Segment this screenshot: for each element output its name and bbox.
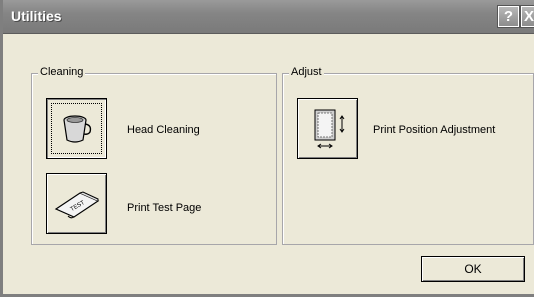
print-position-icon	[314, 109, 344, 148]
window-title: Utilities	[11, 8, 62, 24]
ok-button[interactable]: OK	[421, 256, 525, 282]
utilities-dialog: Utilities ? X Cleaning Head Cleaning TES…	[0, 0, 534, 297]
ok-button-label: OK	[464, 262, 482, 276]
head-cleaning-icon	[62, 114, 91, 143]
test-page-icon: TEST	[54, 190, 99, 218]
help-icon: ?	[503, 8, 514, 25]
print-test-page-label: Print Test Page	[127, 202, 202, 214]
close-button[interactable]: X	[520, 5, 534, 28]
help-button[interactable]: ?	[497, 5, 520, 28]
print-position-adjustment-button[interactable]	[297, 98, 358, 159]
head-cleaning-label: Head Cleaning	[127, 124, 200, 136]
print-position-adjustment-label: Print Position Adjustment	[373, 124, 496, 136]
print-test-page-button[interactable]: TEST	[46, 173, 107, 234]
head-cleaning-button[interactable]	[46, 98, 107, 159]
title-bar[interactable]: Utilities ? X	[3, 0, 534, 34]
close-icon: X	[523, 8, 534, 25]
cleaning-group-label: Cleaning	[38, 66, 86, 78]
adjust-group-label: Adjust	[289, 66, 324, 78]
